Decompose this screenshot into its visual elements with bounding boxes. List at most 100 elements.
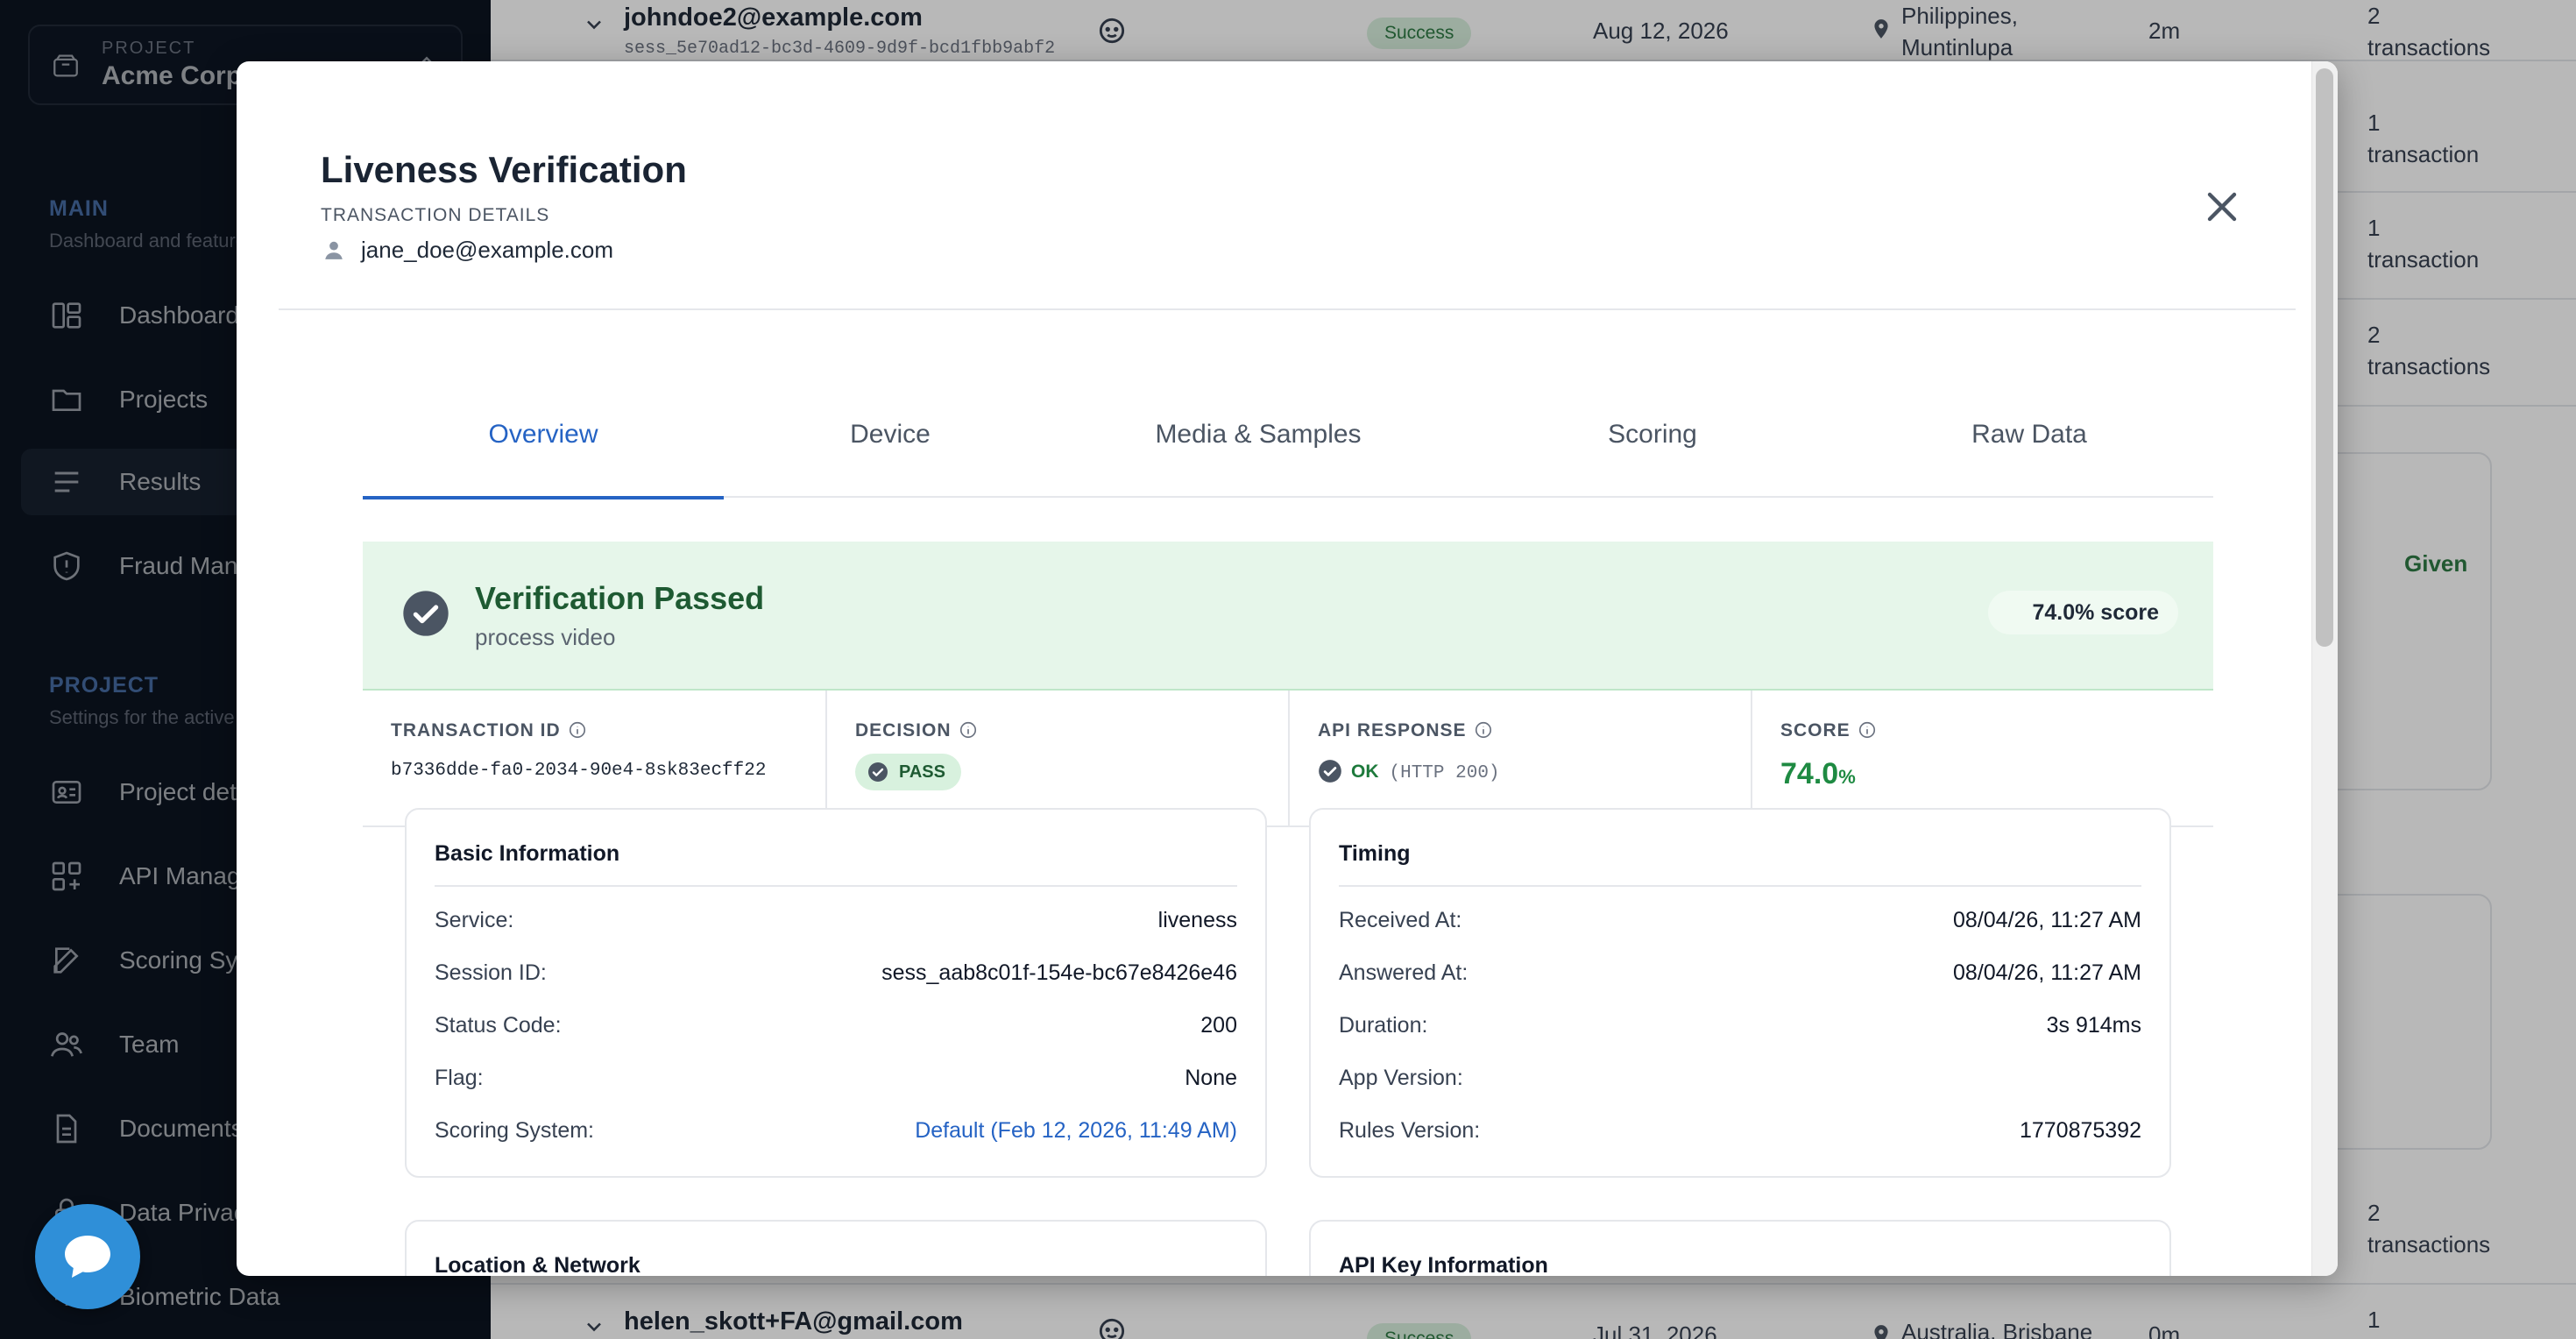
kv-rules-version: Rules Version: 1770875392 xyxy=(1339,1118,2141,1143)
kv-status-code: Status Code: 200 xyxy=(435,1013,1237,1038)
check-circle-icon xyxy=(403,591,449,636)
status-badge: Success xyxy=(1367,1323,1472,1339)
kv-service: Service: liveness xyxy=(435,908,1237,932)
info-icon[interactable] xyxy=(568,720,587,740)
kv-answered-at: Answered At: 08/04/26, 11:27 AM xyxy=(1339,960,2141,985)
sidebar-item-label: Results xyxy=(119,468,202,495)
modal-scrollbar-thumb[interactable] xyxy=(2316,68,2333,647)
kv-app-version: App Version: xyxy=(1339,1066,1463,1090)
row-email: helen_skott+FA@gmail.com xyxy=(624,1307,963,1335)
header-divider xyxy=(279,308,2296,310)
card-title: Basic Information xyxy=(435,841,620,866)
user-icon xyxy=(325,241,343,259)
row-session-id: sess_5e70ad12-bc3d-4609-9d9f-bcd1fbb9abf… xyxy=(624,39,1056,59)
row-transactions: 2 transactions xyxy=(2367,3,2491,60)
document-icon xyxy=(56,1114,77,1144)
kv-received-at: Received At: 08/04/26, 11:27 AM xyxy=(1339,908,2141,932)
row-duration: 2m xyxy=(2148,18,2181,44)
chat-bubble-icon xyxy=(65,1236,110,1278)
row-duration: 0m xyxy=(2148,1321,2181,1339)
row-date: Aug 12, 2026 xyxy=(1593,18,1729,44)
id-card-icon xyxy=(52,781,81,804)
stat-score: SCORE 74.0% xyxy=(1752,691,2213,827)
location-pin-icon xyxy=(1874,1325,1888,1339)
project-selector-label: PROJECT xyxy=(102,39,196,58)
stat-decision: DECISION PASS xyxy=(827,691,1290,827)
stats-row: TRANSACTION ID b7336dde-fa0-2034-90e4-8s… xyxy=(363,691,2213,827)
sidebar-item-label: Biometric Data xyxy=(119,1283,280,1310)
row-transactions: 1 xyxy=(2367,1307,2381,1333)
verification-status-banner: Verification Passed process video 74.0% … xyxy=(363,542,2213,691)
check-circle-icon xyxy=(868,762,888,782)
folder-icon xyxy=(52,389,81,411)
row-transactions: 2 transactions xyxy=(2367,1200,2491,1258)
chevron-down-icon xyxy=(587,1322,601,1332)
modal-subtitle: TRANSACTION DETAILS xyxy=(321,205,550,225)
api-grid-icon xyxy=(52,861,81,891)
tab-scoring[interactable]: Scoring xyxy=(1460,415,1845,498)
kv-duration: Duration: 3s 914ms xyxy=(1339,1013,2141,1038)
card-title: API Key Information xyxy=(1339,1253,1548,1276)
modal-user-email: jane_doe@example.com xyxy=(361,237,614,263)
tab-media-samples[interactable]: Media & Samples xyxy=(1057,415,1460,498)
check-circle-icon xyxy=(1319,760,1341,783)
project-selector-name: Acme Corp xyxy=(102,61,243,90)
tab-device[interactable]: Device xyxy=(724,415,1057,498)
timing-card: Timing Received At: 08/04/26, 11:27 AM An… xyxy=(1309,808,2171,1178)
card-title: Timing xyxy=(1339,841,1411,866)
table-row[interactable]: helen_skott+FA@gmail.com Success Jul 31,… xyxy=(491,1285,2576,1339)
table-row[interactable]: johndoe2@example.com sess_5e70ad12-bc3d-… xyxy=(491,0,2576,61)
verification-heading: Verification Passed xyxy=(475,580,765,616)
row-location: Australia, Brisbane xyxy=(1901,1319,2093,1339)
sidebar-item-label: Projects xyxy=(119,386,209,413)
liveness-verification-modal: Liveness Verification TRANSACTION DETAIL… xyxy=(237,61,2338,1276)
tab-raw-data[interactable]: Raw Data xyxy=(1845,415,2213,498)
face-scan-icon xyxy=(1099,1318,1125,1339)
decision-badge: PASS xyxy=(855,754,961,790)
row-email: johndoe2@example.com xyxy=(624,4,923,32)
stat-label: DECISION xyxy=(855,720,978,741)
card-title: Location & Network xyxy=(435,1253,640,1276)
chat-button[interactable] xyxy=(35,1204,140,1309)
main-section-subtitle: Dashboard and features xyxy=(49,230,257,252)
api-key-information-card: API Key Information xyxy=(1309,1220,2171,1276)
info-icon[interactable] xyxy=(1474,720,1493,740)
sidebar-item-label: Team xyxy=(119,1031,180,1058)
face-scan-icon xyxy=(1099,18,1125,44)
info-icon[interactable] xyxy=(959,720,978,740)
card-divider xyxy=(435,885,1237,887)
tab-overview[interactable]: Overview xyxy=(363,415,724,499)
stat-transaction-id: TRANSACTION ID b7336dde-fa0-2034-90e4-8s… xyxy=(363,691,827,827)
box-icon xyxy=(53,54,78,77)
score-pill: 74.0% score xyxy=(1988,591,2178,634)
chevron-down-icon xyxy=(587,20,601,30)
basic-information-card: Basic Information Service: liveness Sessi… xyxy=(405,808,1267,1178)
row-transactions: 1 transaction xyxy=(2367,110,2480,167)
main-section-title: MAIN xyxy=(49,196,109,221)
close-icon[interactable] xyxy=(2201,186,2243,228)
project-section-title: PROJECT xyxy=(49,673,159,698)
stat-label: TRANSACTION ID xyxy=(391,720,587,741)
kv-session-id: Session ID: sess_aab8c01f-154e-bc67e8426e… xyxy=(435,960,1237,985)
info-icon[interactable] xyxy=(1858,720,1877,740)
row-transactions: 2 transactions xyxy=(2367,322,2491,379)
kv-scoring-system: Scoring System: Default (Feb 12, 2026, 11… xyxy=(435,1118,1237,1144)
location-pin-icon xyxy=(1874,19,1888,39)
location-network-card: Location & Network xyxy=(405,1220,1267,1276)
api-response-value: OK (HTTP 200) xyxy=(1318,759,1500,783)
score-value: 74.0% xyxy=(1780,757,1856,790)
sidebar-item-label: Dashboard xyxy=(119,301,239,329)
row-location: Philippines, Muntinlupa xyxy=(1901,3,2018,60)
stat-label: SCORE xyxy=(1780,720,1877,741)
shield-icon xyxy=(53,551,80,581)
card-divider xyxy=(1339,885,2141,887)
row-date: Jul 31, 2026 xyxy=(1593,1321,1717,1339)
modal-scrollbar[interactable] xyxy=(2311,61,2338,1276)
dashboard-icon xyxy=(52,302,81,329)
scoring-system-link[interactable]: Default (Feb 12, 2026, 11:49 AM) xyxy=(915,1118,1237,1144)
pencil-edit-icon xyxy=(53,947,79,974)
verification-subtext: process video xyxy=(475,624,616,650)
status-badge: Success xyxy=(1367,18,1472,49)
given-label: Given xyxy=(2404,550,2468,577)
row-transactions: 1 transaction xyxy=(2367,215,2480,273)
